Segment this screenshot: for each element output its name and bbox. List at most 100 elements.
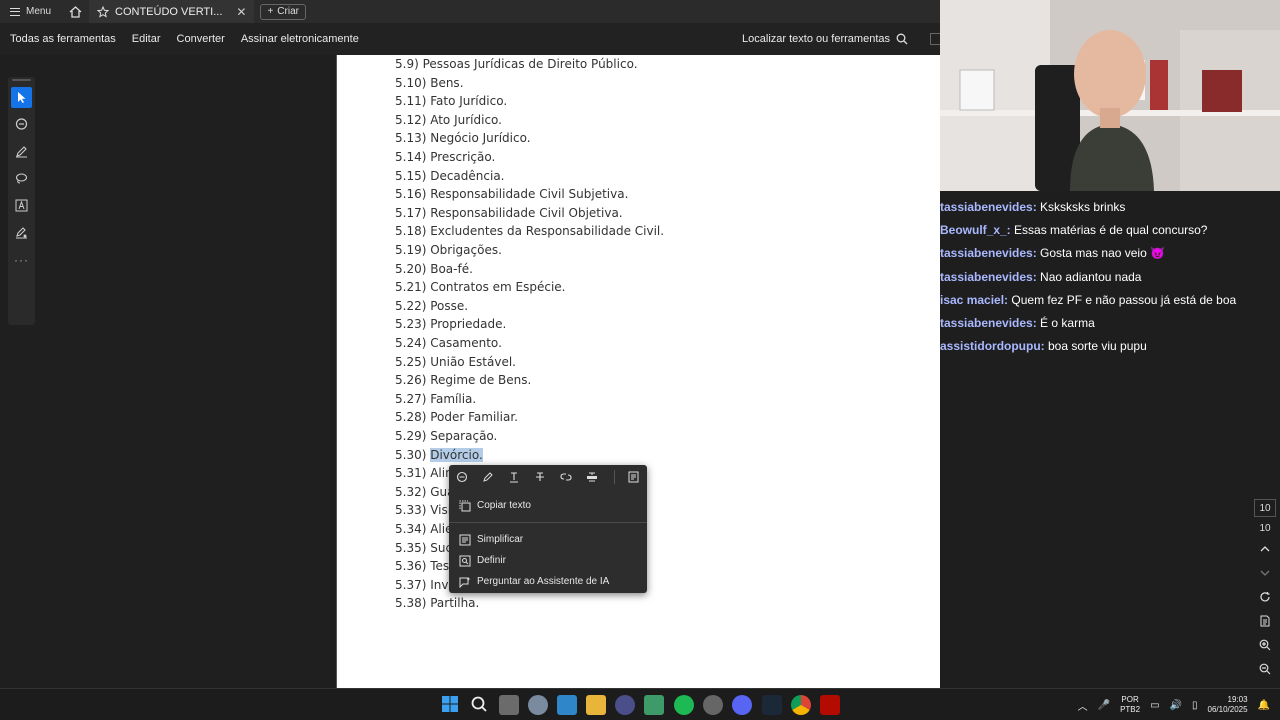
stream-chat: tassiabenevides: Ksksksks brinks Beowulf_… bbox=[940, 191, 1280, 688]
highlight-tool[interactable] bbox=[11, 141, 32, 162]
toolbar-sign[interactable]: Assinar eletronicamente bbox=[233, 33, 367, 45]
document-line: 5.33) Visit bbox=[395, 503, 456, 518]
windows-start-icon[interactable] bbox=[441, 695, 461, 715]
chevron-up-icon[interactable]: ︿ bbox=[1078, 698, 1088, 713]
settings-icon[interactable] bbox=[528, 695, 548, 715]
pdf-page: 5.9) Pessoas Jurídicas de Direito Públic… bbox=[336, 55, 943, 688]
text-tool[interactable] bbox=[11, 195, 32, 216]
refresh-icon[interactable] bbox=[1256, 588, 1274, 606]
spotify-icon[interactable] bbox=[674, 695, 694, 715]
highlight-icon[interactable] bbox=[481, 470, 495, 484]
ask-ai-item[interactable]: Perguntar ao Assistente de IA bbox=[449, 571, 647, 592]
document-tab[interactable]: CONTEÚDO VERTI... ✕ bbox=[89, 0, 255, 23]
chevron-up-icon[interactable] bbox=[1256, 540, 1274, 558]
language-indicator[interactable]: POR PTB2 bbox=[1120, 695, 1140, 715]
panel-toggle-icon[interactable] bbox=[930, 33, 940, 45]
chat-username[interactable]: Beowulf_x_: bbox=[940, 223, 1011, 237]
underline-icon[interactable] bbox=[507, 470, 521, 484]
app-icon[interactable] bbox=[615, 695, 635, 715]
chrome-icon[interactable] bbox=[791, 695, 811, 715]
chevron-down-icon[interactable] bbox=[1256, 564, 1274, 582]
notification-icon[interactable]: 🔔 bbox=[1258, 700, 1270, 711]
discord-icon[interactable] bbox=[732, 695, 752, 715]
acrobat-icon[interactable] bbox=[820, 695, 840, 715]
webcam-overlay bbox=[940, 0, 1280, 191]
toolbar-divider bbox=[614, 470, 615, 484]
signature-icon bbox=[16, 227, 27, 239]
chat-username[interactable]: tassiabenevides: bbox=[940, 246, 1037, 260]
chat-text: boa sorte viu pupu bbox=[1044, 339, 1147, 354]
chat-username[interactable]: tassiabenevides: bbox=[940, 270, 1037, 284]
strikethrough-icon[interactable] bbox=[533, 470, 547, 484]
left-rail: ··· bbox=[0, 55, 336, 688]
copy-text-item[interactable]: Copiar texto bbox=[449, 495, 647, 516]
document-line: 5.9) Pessoas Jurídicas de Direito Públic… bbox=[395, 57, 638, 71]
document-line: 5.25) União Estável. bbox=[395, 354, 516, 369]
photos-icon[interactable] bbox=[557, 695, 577, 715]
clock[interactable]: 19:03 06/10/2025 bbox=[1208, 695, 1248, 715]
more-options-icon[interactable] bbox=[627, 470, 641, 484]
find-tools-search[interactable]: Localizar texto ou ferramentas bbox=[742, 23, 908, 55]
simplify-item[interactable]: Simplificar bbox=[449, 529, 647, 550]
home-button[interactable] bbox=[61, 0, 89, 23]
current-page-input[interactable]: 10 bbox=[1254, 499, 1276, 517]
sign-tool[interactable] bbox=[11, 222, 32, 243]
network-icon[interactable]: ▭ bbox=[1150, 700, 1159, 711]
language-code: POR bbox=[1121, 695, 1139, 704]
acrobat-tab-bar: Menu CONTEÚDO VERTI... ✕ + Criar bbox=[0, 0, 940, 23]
toolbar-convert[interactable]: Converter bbox=[169, 33, 233, 45]
zoom-in-icon[interactable] bbox=[1256, 636, 1274, 654]
chat-username[interactable]: assistidordopupu: bbox=[940, 339, 1045, 353]
find-label: Localizar texto ou ferramentas bbox=[742, 33, 890, 45]
chat-message: tassiabenevides: Gosta mas nao veio 😈 bbox=[940, 246, 1165, 260]
document-line: 5.20) Boa-fé. bbox=[395, 261, 473, 276]
document-tab-label: CONTEÚDO VERTI... bbox=[115, 5, 223, 18]
document-line: 5.18) Excludentes da Responsabilidade Ci… bbox=[395, 224, 665, 239]
selected-text[interactable]: Divórcio. bbox=[430, 447, 483, 462]
star-icon[interactable] bbox=[97, 5, 110, 18]
clock-time: 19:03 bbox=[1227, 695, 1248, 704]
chat-username[interactable]: tassiabenevides: bbox=[940, 200, 1037, 214]
toolbar-edit[interactable]: Editar bbox=[124, 33, 169, 45]
close-tab-icon[interactable]: ✕ bbox=[236, 5, 246, 19]
document-line: 5.15) Decadência. bbox=[395, 168, 505, 183]
menu-button[interactable]: Menu bbox=[0, 0, 61, 23]
ask-ai-label: Perguntar ao Assistente de IA bbox=[477, 576, 610, 587]
toolbar-all-tools[interactable]: Todas as ferramentas bbox=[0, 33, 124, 45]
simplify-icon bbox=[459, 534, 471, 545]
palette-grip[interactable] bbox=[12, 79, 31, 81]
document-line: 5.12) Ato Jurídico. bbox=[395, 112, 502, 127]
page-thumbnail-icon[interactable] bbox=[1256, 612, 1274, 630]
redact-icon[interactable] bbox=[585, 470, 599, 484]
chat-text: Nao adiantou nada bbox=[1036, 269, 1142, 284]
lasso-icon bbox=[15, 173, 28, 184]
steam-icon[interactable] bbox=[762, 695, 782, 715]
select-tool[interactable] bbox=[11, 87, 32, 108]
app-icon-2[interactable] bbox=[644, 695, 664, 715]
volume-icon[interactable]: 🔊 bbox=[1170, 700, 1182, 711]
link-icon[interactable] bbox=[559, 470, 573, 484]
chat-text: Essas matérias é de qual concurso? bbox=[1010, 223, 1208, 238]
document-line: 5.26) Regime de Bens. bbox=[395, 373, 532, 388]
chat-username[interactable]: isac maciel: bbox=[940, 293, 1008, 307]
draw-tool[interactable] bbox=[11, 168, 32, 189]
microphone-icon[interactable]: 🎤 bbox=[1098, 700, 1110, 711]
define-item[interactable]: Definir bbox=[449, 550, 647, 571]
chat-username[interactable]: tassiabenevides: bbox=[940, 316, 1037, 330]
battery-icon[interactable]: ▯ bbox=[1192, 700, 1198, 711]
pen-icon bbox=[16, 146, 27, 158]
more-tools-icon[interactable]: ··· bbox=[11, 249, 32, 270]
document-line: 5.28) Poder Familiar. bbox=[395, 410, 518, 425]
document-line-selected: 5.30) Divórcio. bbox=[395, 447, 483, 462]
chat-text: Ksksksks brinks bbox=[1036, 200, 1126, 214]
webcam-image bbox=[940, 0, 1280, 191]
create-button[interactable]: + Criar bbox=[260, 3, 306, 20]
comment-tool[interactable] bbox=[11, 114, 32, 135]
task-view-icon[interactable] bbox=[499, 695, 519, 715]
app-icon-3[interactable] bbox=[703, 695, 723, 715]
file-explorer-icon[interactable] bbox=[586, 695, 606, 715]
search-icon[interactable] bbox=[470, 695, 490, 715]
chat-text: É o karma bbox=[1036, 316, 1095, 330]
zoom-out-icon[interactable] bbox=[1256, 660, 1274, 678]
comment-icon[interactable] bbox=[455, 470, 469, 484]
